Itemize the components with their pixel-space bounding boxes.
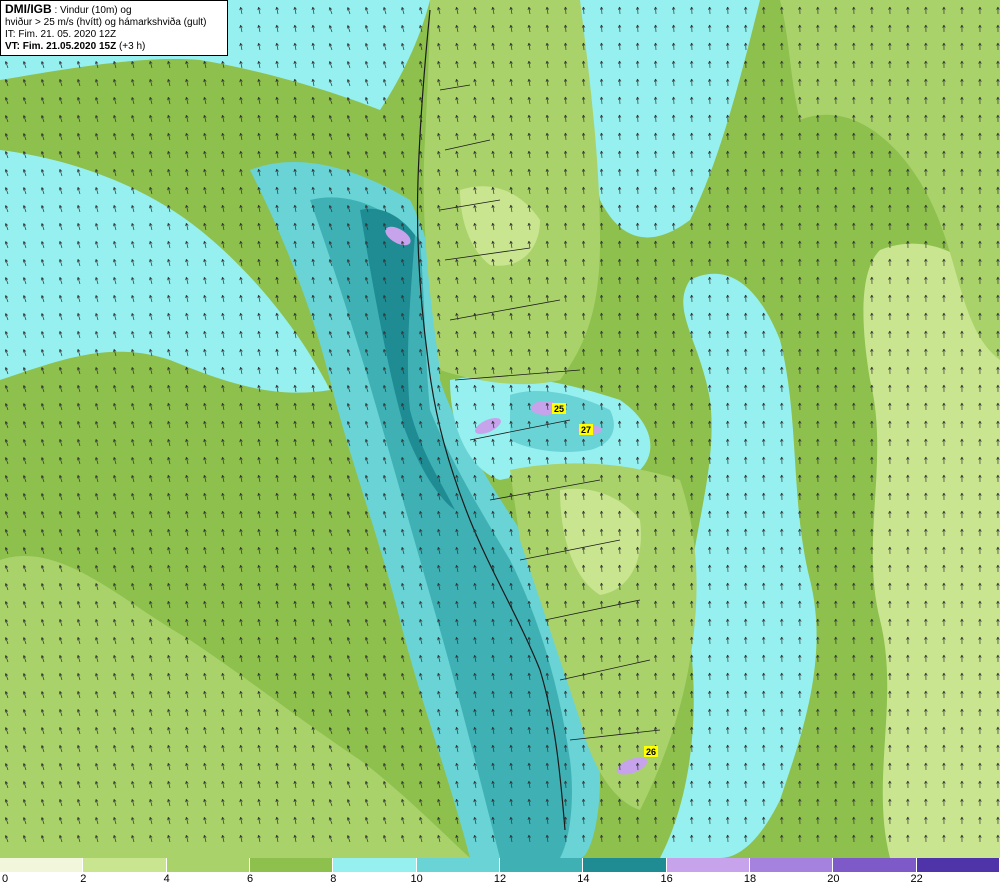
legend-swatch [749, 858, 834, 872]
gust-marker-25: 25 [552, 403, 566, 414]
legend-swatch [0, 858, 84, 872]
legend-tick-label: 2 [80, 873, 87, 885]
legend-swatch [333, 858, 417, 872]
legend-tick-label: 6 [246, 873, 254, 885]
legend-tick-labels: 0 2 4 6 8 10 12 14 16 18 20 22 [0, 873, 1000, 887]
legend-tick-label: 10 [410, 873, 423, 885]
legend-tick-label: 12 [493, 873, 507, 885]
wind-field-map: 25 27 26 [0, 0, 1000, 858]
gust-label: 25 [554, 404, 564, 414]
legend-color-bar [0, 858, 1000, 872]
header-line-2: hviður > 25 m/s (hvítt) og hámarkshviða … [5, 17, 207, 28]
gust-marker-26: 26 [644, 746, 658, 757]
legend-swatch [83, 858, 167, 872]
valid-offset: (+3 h) [116, 41, 146, 52]
wind-map: 25 27 26 DMI/IGB : Vindur (10m) og hviðu… [0, 0, 1000, 858]
legend-tick-label: 18 [743, 873, 757, 885]
legend-swatch [916, 858, 1000, 872]
header-line-1: DMI/IGB : Vindur (10m) og [5, 3, 223, 17]
legend-tick-label: 16 [660, 873, 673, 885]
legend-tick-label: 8 [330, 873, 337, 885]
org-name: DMI/IGB [5, 2, 52, 16]
legend-swatch [249, 858, 334, 872]
legend-swatch [833, 858, 917, 872]
valid-time-line: VT: Fim. 21.05.2020 15Z (+3 h) [5, 41, 223, 53]
gust-label: 27 [581, 425, 591, 435]
legend-swatch [166, 858, 250, 872]
legend-swatch [666, 858, 750, 872]
legend-tick-label: 4 [163, 873, 170, 885]
legend-tick-label: 14 [577, 873, 590, 885]
legend-tick-label: 22 [910, 873, 923, 885]
gust-marker-27: 27 [579, 424, 593, 435]
gust-label: 26 [646, 747, 656, 757]
legend-swatch [416, 858, 500, 872]
legend-tick-label: 0 [2, 873, 9, 885]
map-header: DMI/IGB : Vindur (10m) og hviður > 25 m/… [0, 0, 228, 56]
valid-time: VT: Fim. 21.05.2020 15Z [5, 41, 117, 52]
legend-swatch [499, 858, 584, 872]
legend-tick-label: 20 [827, 873, 840, 885]
wind-speed-legend: 0 2 4 6 8 10 12 14 16 18 20 22 [0, 858, 1000, 887]
title-suffix: : Vindur (10m) og [51, 5, 132, 16]
issue-time: IT: Fim. 21. 05. 2020 12Z [5, 29, 117, 40]
legend-swatch [583, 858, 667, 872]
